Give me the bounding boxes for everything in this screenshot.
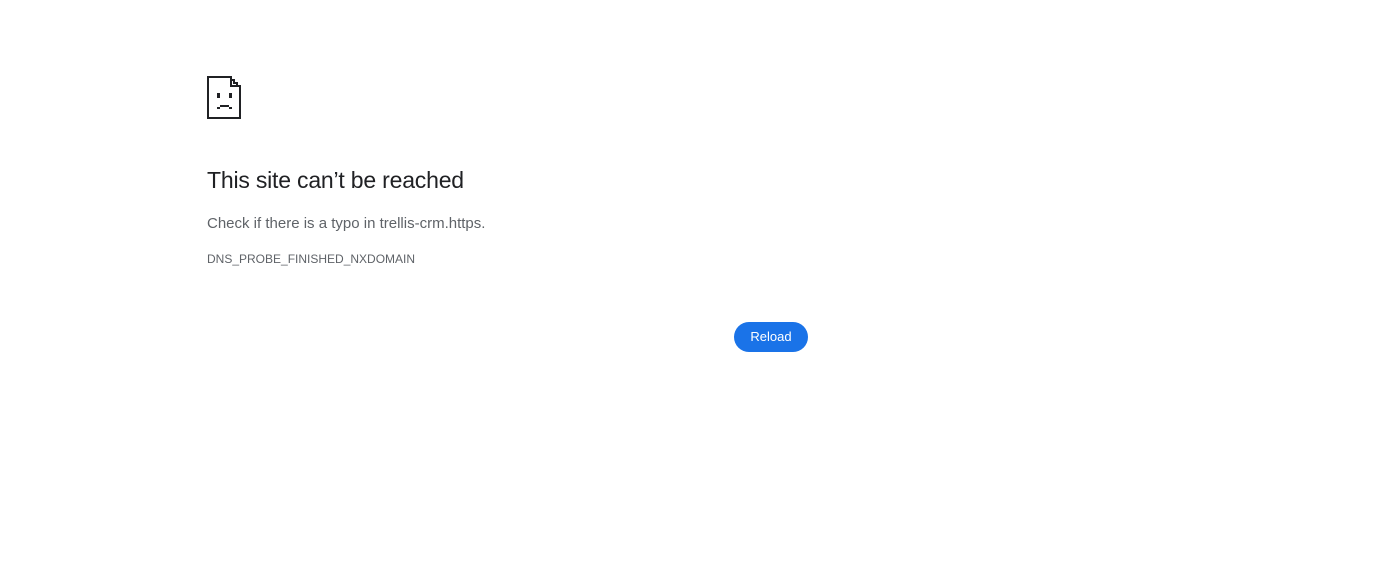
error-title: This site can’t be reached <box>207 167 464 193</box>
reload-button[interactable]: Reload <box>734 322 808 352</box>
error-message: Check if there is a typo in trellis-crm.… <box>207 215 486 232</box>
sad-page-icon <box>207 76 243 120</box>
error-code: DNS_PROBE_FINISHED_NXDOMAIN <box>207 252 416 266</box>
